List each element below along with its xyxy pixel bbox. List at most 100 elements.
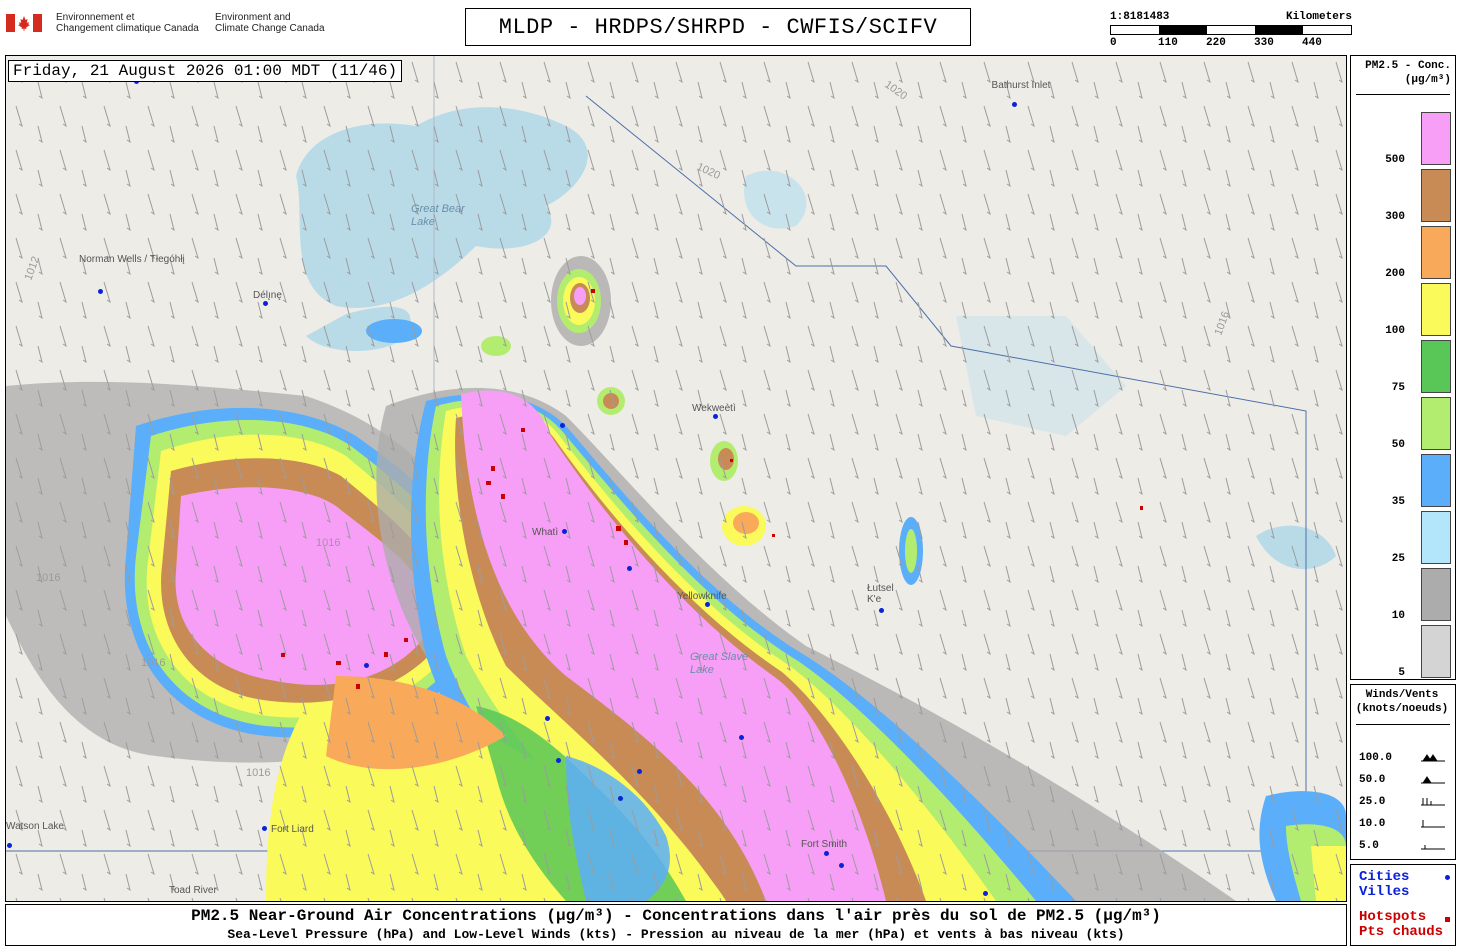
city-label-lutselke: Łutsel K'e [867, 583, 894, 605]
pm25-legend: PM2.5 - Conc. (μg/m³) 500 300 200 100 75 50 35… [1350, 55, 1456, 680]
city-key-dot [1445, 875, 1450, 880]
scale-ratio: 1:8181483 [1110, 11, 1170, 23]
wind-speed-label: 25.0 [1359, 796, 1386, 808]
legend-swatch [1421, 226, 1451, 279]
city-label-fort-liard: Fort Liard [271, 824, 314, 835]
city-dot [637, 769, 642, 774]
hotspot-key-square [1445, 917, 1450, 922]
key-cities-line-1: Cities [1359, 869, 1410, 885]
legend-swatch [1421, 169, 1451, 222]
wind-speed-label: 5.0 [1359, 840, 1379, 852]
legend-swatch-label: 300 [1385, 211, 1405, 223]
map-caption: PM2.5 Near-Ground Air Concentrations (μg… [5, 904, 1347, 946]
city-dot [983, 891, 988, 896]
legend-title: PM2.5 - Conc. (μg/m³) [1351, 59, 1451, 87]
key-cities-line-2: Villes [1359, 884, 1410, 900]
legend-swatch [1421, 283, 1451, 336]
legend-swatch-label: 5 [1398, 667, 1405, 679]
legend-swatch-label: 10 [1391, 610, 1405, 622]
isobar-label: 1016 [316, 537, 340, 549]
city-dot [879, 608, 884, 613]
smoke-forecast-map[interactable]: 1020 1020 1016 1012 1016 1016 1016 1016 … [5, 55, 1347, 902]
legend-swatch [1421, 397, 1451, 450]
scale-tick: 0 [1110, 37, 1117, 49]
city-dot [262, 826, 267, 831]
winds-title-line-1: Winds/Vents [1365, 689, 1439, 701]
key-hotspots-line-2: Pts chauds [1359, 924, 1444, 940]
city-label-whati: Whatì [532, 527, 559, 538]
key-cities-label: Cities Villes [1359, 870, 1409, 900]
city-dot [1012, 102, 1017, 107]
city-label-deline: Délı̨nę [253, 290, 282, 301]
city-dot [364, 663, 369, 668]
symbol-key: Cities Villes Hotspots Pts chauds [1350, 864, 1456, 946]
city-label-yellowknife: Yellowknife [677, 591, 727, 602]
city-label-wekweeti: Wekweètì [692, 403, 736, 414]
government-signature: Environnement et Changement climatique C… [6, 12, 336, 42]
wind-barb-icons [1421, 754, 1445, 850]
city-label-toad-river: Toad River [169, 885, 217, 896]
canada-flag-icon [6, 14, 42, 32]
winds-title: Winds/Vents (knots/noeuds) [1351, 688, 1453, 716]
city-label-bathurst-inlet: Bathurst Inlet [991, 80, 1051, 91]
legend-swatch-label: 200 [1385, 268, 1405, 280]
scale-tick: 110 [1158, 37, 1178, 49]
gov-name-fr: Environnement et Changement climatique C… [56, 12, 199, 34]
legend-swatch-label: 25 [1391, 553, 1405, 565]
city-dot [739, 735, 744, 740]
map-canvas: 1020 1020 1016 1012 1016 1016 1016 1016 … [6, 56, 1346, 901]
scale-unit: Kilometers [1285, 11, 1352, 23]
city-dot [7, 843, 12, 848]
city-label-watson-lake: Watson Lake [6, 821, 64, 832]
legend-swatch [1421, 112, 1451, 165]
legend-title-line-1: PM2.5 - Conc. [1365, 60, 1451, 72]
isobar-label: 1016 [36, 572, 60, 584]
scale-tick: 440 [1302, 37, 1322, 49]
isobar-label: 1016 [246, 767, 270, 779]
legend-swatch [1421, 568, 1451, 621]
scale-graphic [1110, 25, 1352, 35]
legend-swatch-label: 500 [1385, 154, 1405, 166]
isobar-label: 1016 [141, 657, 165, 669]
caption-line-1: PM2.5 Near-Ground Air Concentrations (μg… [191, 907, 1161, 925]
city-dot [263, 301, 268, 306]
city-dot [562, 529, 567, 534]
city-dot [98, 289, 103, 294]
legend-swatch [1421, 511, 1451, 564]
legend-swatch-label: 75 [1391, 382, 1405, 394]
legend-swatch-label: 100 [1385, 325, 1405, 337]
legend-swatch-label: 50 [1391, 439, 1405, 451]
gov-en-line-1: Environment and [215, 12, 291, 23]
city-dot [618, 796, 623, 801]
key-hotspots-line-1: Hotspots [1359, 909, 1427, 925]
city-label-norman-wells: Norman Wells / Tłegóhłį [79, 254, 185, 265]
winds-legend: Winds/Vents (knots/noeuds) 100.0 50.0 25… [1350, 684, 1456, 860]
legend-swatch [1421, 625, 1451, 678]
gov-fr-line-1: Environnement et [56, 12, 135, 23]
city-dot [545, 716, 550, 721]
city-dot [556, 758, 561, 763]
gov-en-line-2: Climate Change Canada [215, 23, 325, 34]
winds-title-line-2: (knots/noeuds) [1355, 703, 1449, 715]
legend-swatch-label: 35 [1391, 496, 1405, 508]
wind-speed-label: 10.0 [1359, 818, 1386, 830]
wind-speed-label: 100.0 [1359, 752, 1393, 764]
legend-title-line-2: (μg/m³) [1404, 74, 1451, 86]
gov-name-en: Environment and Climate Change Canada [215, 12, 325, 34]
city-dot [627, 566, 632, 571]
legend-swatch [1421, 454, 1451, 507]
city-dot [824, 851, 829, 856]
key-hotspots-label: Hotspots Pts chauds [1359, 910, 1443, 940]
city-dot [560, 423, 565, 428]
legend-swatch [1421, 340, 1451, 393]
scale-bar: 1:8181483 Kilometers 0 110 220 330 440 [1110, 11, 1352, 51]
scale-tick: 220 [1206, 37, 1226, 49]
city-dot [839, 863, 844, 868]
forecast-timestamp: Friday, 21 August 2026 01:00 MDT (11/46) [8, 60, 403, 82]
city-label-fort-smith: Fort Smith [801, 839, 848, 850]
caption-line-2: Sea-Level Pressure (hPa) and Low-Level W… [227, 927, 1125, 942]
wind-speed-label: 50.0 [1359, 774, 1386, 786]
product-title: MLDP - HRDPS/SHRPD - CWFIS/SCIFV [465, 8, 971, 46]
gov-fr-line-2: Changement climatique Canada [56, 23, 199, 34]
city-dot [713, 414, 718, 419]
